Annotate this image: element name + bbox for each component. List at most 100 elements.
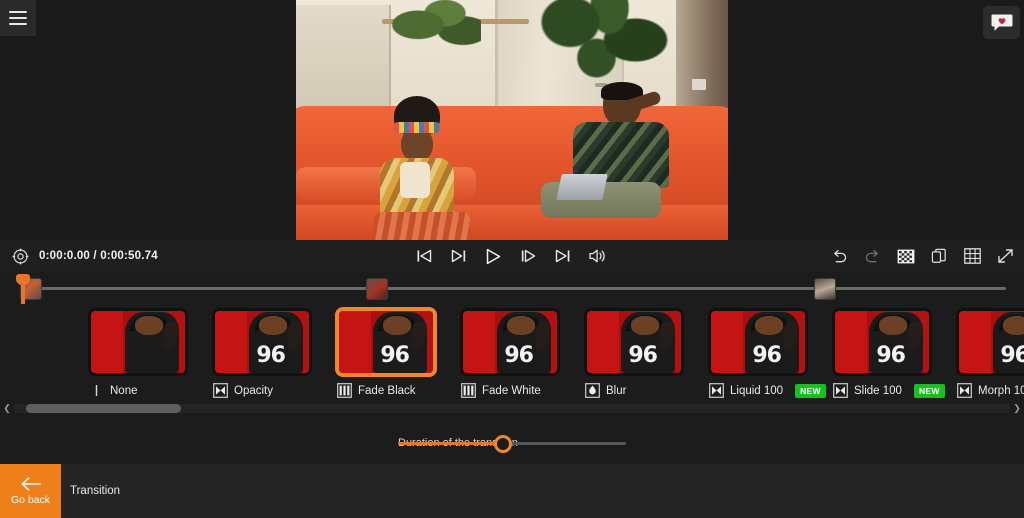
transition-item[interactable]: 96 Slide 100 NEW <box>832 308 945 398</box>
checkerboard-icon[interactable] <box>897 249 915 264</box>
thumbnail-face <box>259 315 288 335</box>
mode-label: Transition <box>70 485 121 497</box>
redo-arrow-icon[interactable] <box>864 249 881 264</box>
chevron-left-icon[interactable]: ❮ <box>0 403 14 414</box>
bowtie-icon <box>213 383 228 398</box>
transition-item[interactable]: 96 Morph 100 <box>956 308 1024 398</box>
editor-tools <box>831 248 1014 264</box>
bowtie-icon <box>833 383 848 398</box>
hamburger-line <box>9 23 27 25</box>
speaker-volume-icon[interactable] <box>589 248 608 264</box>
transition-name: None <box>110 384 138 397</box>
thumbnail-face <box>1003 315 1024 335</box>
transition-thumbnail[interactable]: 96 <box>460 308 560 376</box>
duration-slider[interactable] <box>398 434 626 453</box>
duration-panel: Duration of the transition <box>0 416 1024 464</box>
timeline[interactable] <box>0 272 1024 304</box>
arrow-left-icon <box>20 477 41 491</box>
new-badge: NEW <box>913 383 945 398</box>
transition-label-row: Slide 100 NEW <box>832 383 945 398</box>
thumbnail-shirt-number: 96 <box>256 343 286 369</box>
scene-person-right <box>540 81 685 236</box>
step-forward-icon[interactable] <box>521 249 537 263</box>
thumbnail-shirt-number: 96 <box>1000 343 1024 369</box>
transition-item[interactable]: 96 Blur <box>584 308 684 398</box>
transition-label-row: Fade White <box>460 383 560 398</box>
droplet-icon <box>585 383 600 398</box>
transition-label-row: Opacity <box>212 383 312 398</box>
transition-item[interactable]: None <box>88 308 188 398</box>
duration-slider-fill <box>398 442 503 445</box>
copy-pages-icon[interactable] <box>931 248 948 264</box>
thumbnail-face <box>383 315 412 335</box>
undo-arrow-icon[interactable] <box>831 249 848 264</box>
thumbnail-face <box>631 315 660 335</box>
transition-name: Morph 100 <box>978 384 1024 397</box>
transport-bar: 0:00:0.00 / 0:00:50.74 <box>0 240 1024 272</box>
transition-item[interactable]: 96 Opacity <box>212 308 312 398</box>
person-left-face <box>400 128 433 163</box>
timeline-playhead[interactable] <box>16 274 30 304</box>
bowtie-icon <box>709 383 724 398</box>
scene-person-left <box>373 96 484 240</box>
three-bars-icon <box>461 383 476 398</box>
transition-label-row: Morph 100 <box>956 383 1024 398</box>
scene-light-switch <box>692 79 707 91</box>
transition-item[interactable]: 96 Fade White <box>460 308 560 398</box>
transition-item[interactable]: 96 Fade Black <box>336 308 436 398</box>
thumbnail-face <box>879 315 908 335</box>
transition-label-row: None <box>88 383 188 398</box>
grid-table-icon[interactable] <box>964 248 981 264</box>
feedback-heart-bubble-icon[interactable] <box>983 6 1020 39</box>
vertical-bar-icon <box>89 383 104 398</box>
gallery-scrollbar[interactable]: ❮ ❯ <box>0 400 1024 416</box>
play-icon[interactable] <box>485 248 503 265</box>
transition-thumbnail[interactable]: 96 <box>708 308 808 376</box>
person-left-headband <box>393 122 440 134</box>
transition-name: Liquid 100 <box>730 384 784 397</box>
thumbnail-face <box>135 315 164 335</box>
transition-thumbnail[interactable] <box>88 308 188 376</box>
transition-thumbnail[interactable]: 96 <box>956 308 1024 376</box>
person-left-shirt <box>399 162 430 199</box>
scrollbar-rail[interactable] <box>14 403 1010 413</box>
scene-plant-left <box>391 0 482 49</box>
new-badge: NEW <box>795 383 826 398</box>
go-back-button[interactable]: Go back <box>0 464 61 518</box>
transition-gallery: None 96 Opacity 96 Fade Black 96 Fade White 96 B… <box>0 304 1024 398</box>
bowtie-icon <box>957 383 972 398</box>
time-display: 0:00:0.00 / 0:00:50.74 <box>39 250 158 262</box>
settings-gear-icon[interactable] <box>12 248 29 265</box>
transition-name: Opacity <box>234 384 273 397</box>
transition-item[interactable]: 96 Liquid 100 NEW <box>708 308 826 398</box>
chevron-right-icon[interactable]: ❯ <box>1010 403 1024 414</box>
playback-controls <box>417 248 608 265</box>
transition-thumbnail[interactable]: 96 <box>832 308 932 376</box>
playhead-handle[interactable] <box>16 274 30 285</box>
duration-slider-thumb[interactable] <box>493 434 512 453</box>
thumbnail-shirt-number: 96 <box>380 343 410 369</box>
step-back-icon[interactable] <box>451 249 467 263</box>
hamburger-line <box>9 11 27 13</box>
thumbnail-face <box>755 315 784 335</box>
transition-thumbnail[interactable]: 96 <box>584 308 684 376</box>
timeline-track[interactable] <box>28 287 1006 290</box>
transition-name: Slide 100 <box>854 384 902 397</box>
video-editor-window: 0:00:0.00 / 0:00:50.74 None 96 Opacity 9… <box>0 0 1024 518</box>
scene-laptop <box>556 173 608 200</box>
transition-thumbnail[interactable]: 96 <box>212 308 312 376</box>
hamburger-icon[interactable] <box>0 0 36 36</box>
skip-previous-icon[interactable] <box>417 249 433 263</box>
thumbnail-shirt-number: 96 <box>752 343 782 369</box>
timeline-clip-2[interactable] <box>366 278 388 300</box>
go-back-label: Go back <box>10 494 51 506</box>
skip-next-icon[interactable] <box>555 249 571 263</box>
expand-diagonal-arrows-icon[interactable] <box>997 248 1014 264</box>
scrollbar-thumb[interactable] <box>26 403 181 413</box>
video-preview[interactable] <box>296 0 728 240</box>
transition-thumbnail[interactable]: 96 <box>336 308 436 376</box>
timeline-clip-3[interactable] <box>814 278 836 300</box>
hamburger-line <box>9 17 27 19</box>
thumbnail-shirt-number: 96 <box>628 343 658 369</box>
person-left-legs <box>373 212 470 240</box>
